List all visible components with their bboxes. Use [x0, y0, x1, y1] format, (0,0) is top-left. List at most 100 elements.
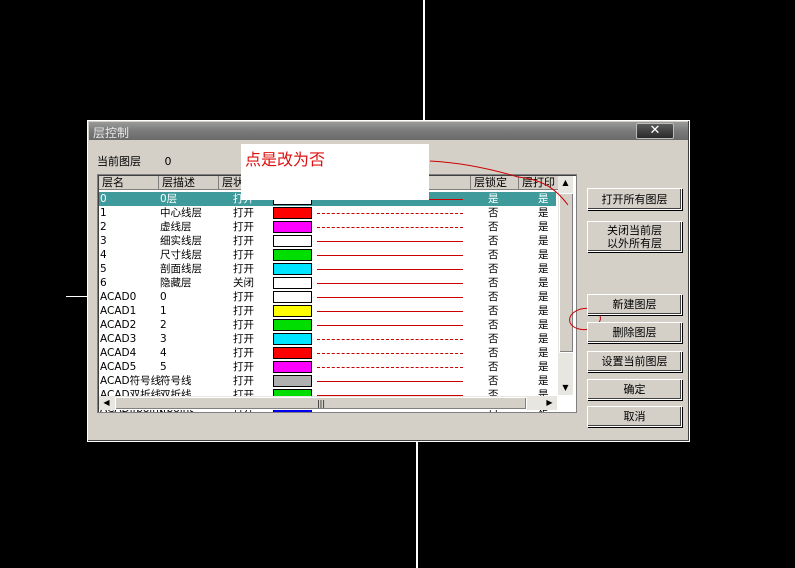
- layer-state[interactable]: 打开: [233, 332, 254, 346]
- layer-desc[interactable]: 中心线层: [160, 206, 202, 220]
- layer-print[interactable]: 是: [538, 304, 549, 318]
- layer-color-swatch[interactable]: [273, 263, 312, 275]
- layer-linetype[interactable]: [317, 213, 463, 214]
- layer-locked[interactable]: 否: [488, 304, 499, 318]
- layer-color-swatch[interactable]: [273, 333, 312, 345]
- layer-locked[interactable]: 否: [488, 206, 499, 220]
- layer-linetype[interactable]: [317, 297, 463, 298]
- layer-color-swatch[interactable]: [273, 221, 312, 233]
- layer-name[interactable]: ACAD符号线: [100, 374, 161, 388]
- layer-linetype[interactable]: [317, 381, 463, 382]
- layer-desc[interactable]: 0层: [160, 192, 177, 206]
- open-all-layers-button[interactable]: 打开所有图层: [587, 188, 682, 210]
- close-button[interactable]: ✕: [636, 123, 674, 139]
- table-row[interactable]: 5 剖面线层 打开 否 是: [99, 262, 556, 276]
- column-header-name[interactable]: 层名: [99, 176, 159, 190]
- scroll-thumb[interactable]: [559, 193, 574, 353]
- layer-linetype[interactable]: [317, 311, 463, 312]
- cancel-button[interactable]: 取消: [587, 406, 682, 427]
- layer-state[interactable]: 打开: [233, 318, 254, 332]
- layer-locked[interactable]: 否: [488, 374, 499, 388]
- layer-print[interactable]: 是: [538, 206, 549, 220]
- layer-state[interactable]: 打开: [233, 220, 254, 234]
- layer-name[interactable]: ACAD3: [100, 332, 136, 346]
- layer-state[interactable]: 打开: [233, 248, 254, 262]
- hscroll-thumb[interactable]: |||: [115, 397, 527, 410]
- layer-color-swatch[interactable]: [273, 207, 312, 219]
- vertical-scrollbar[interactable]: ▲ ▼: [558, 176, 574, 395]
- layer-state[interactable]: 打开: [233, 346, 254, 360]
- layer-name[interactable]: 5: [100, 262, 107, 276]
- table-row[interactable]: ACAD3 3 打开 否 是: [99, 332, 556, 346]
- table-row[interactable]: 1 中心线层 打开 否 是: [99, 206, 556, 220]
- layer-desc[interactable]: 3: [160, 332, 167, 346]
- layer-print[interactable]: 是: [538, 276, 549, 290]
- layer-desc[interactable]: 符号线: [160, 374, 192, 388]
- table-row[interactable]: ACAD符号线 符号线 打开 否 是: [99, 374, 556, 388]
- layer-state[interactable]: 打开: [233, 234, 254, 248]
- layer-desc[interactable]: 1: [160, 304, 167, 318]
- layer-locked[interactable]: 否: [488, 234, 499, 248]
- layer-name[interactable]: ACAD5: [100, 360, 136, 374]
- table-row[interactable]: ACAD2 2 打开 否 是: [99, 318, 556, 332]
- layer-linetype[interactable]: [317, 269, 463, 270]
- layer-name[interactable]: 2: [100, 220, 107, 234]
- layer-linetype[interactable]: [317, 339, 463, 340]
- layer-state[interactable]: 打开: [233, 206, 254, 220]
- layer-color-swatch[interactable]: [273, 305, 312, 317]
- layer-desc[interactable]: 虚线层: [160, 220, 192, 234]
- layer-print[interactable]: 是: [538, 360, 549, 374]
- layer-name[interactable]: ACAD1: [100, 304, 136, 318]
- table-row[interactable]: ACAD0 0 打开 否 是: [99, 290, 556, 304]
- layer-state[interactable]: 打开: [233, 304, 254, 318]
- layer-name[interactable]: 1: [100, 206, 107, 220]
- table-row[interactable]: ACAD1 1 打开 否 是: [99, 304, 556, 318]
- table-row[interactable]: ACAD5 5 打开 否 是: [99, 360, 556, 374]
- scroll-right-arrow[interactable]: ▶: [542, 396, 557, 410]
- layer-desc[interactable]: 4: [160, 346, 167, 360]
- layer-linetype[interactable]: [317, 255, 463, 256]
- layer-list[interactable]: 层名 层描述 层状 层锁定 层打印 00层打开是是1中心线层打开否是2虚线层打开…: [97, 174, 577, 413]
- layer-print[interactable]: 是: [538, 374, 549, 388]
- layer-color-swatch[interactable]: [273, 249, 312, 261]
- layer-linetype[interactable]: [317, 241, 463, 242]
- layer-desc[interactable]: 隐藏层: [160, 276, 192, 290]
- layer-name[interactable]: 0: [100, 192, 107, 206]
- table-row[interactable]: ACAD4 4 打开 否 是: [99, 346, 556, 360]
- ok-button[interactable]: 确定: [587, 379, 682, 400]
- layer-desc[interactable]: 剖面线层: [160, 262, 202, 276]
- layer-desc[interactable]: 5: [160, 360, 167, 374]
- layer-print[interactable]: 是: [538, 248, 549, 262]
- layer-linetype[interactable]: [317, 367, 463, 368]
- layer-desc[interactable]: 0: [160, 290, 167, 304]
- layer-print[interactable]: 是: [538, 234, 549, 248]
- layer-state[interactable]: 关闭: [233, 276, 254, 290]
- layer-linetype[interactable]: [317, 283, 463, 284]
- scroll-down-arrow[interactable]: ▼: [558, 381, 573, 395]
- layer-color-swatch[interactable]: [273, 235, 312, 247]
- layer-print[interactable]: 是: [538, 290, 549, 304]
- layer-desc[interactable]: 细实线层: [160, 234, 202, 248]
- layer-state[interactable]: 打开: [233, 374, 254, 388]
- layer-locked[interactable]: 否: [488, 290, 499, 304]
- layer-name[interactable]: 3: [100, 234, 107, 248]
- close-other-layers-button[interactable]: 关闭当前层 以外所有层: [587, 221, 682, 252]
- layer-name[interactable]: 6: [100, 276, 107, 290]
- layer-desc[interactable]: 2: [160, 318, 167, 332]
- layer-color-swatch[interactable]: [273, 277, 312, 289]
- horizontal-scrollbar[interactable]: ◀ ||| ▶: [99, 396, 557, 410]
- layer-locked[interactable]: 否: [488, 360, 499, 374]
- layer-print[interactable]: 是: [538, 332, 549, 346]
- title-bar[interactable]: 层控制 ✕: [89, 122, 688, 140]
- layer-print[interactable]: 是: [538, 220, 549, 234]
- layer-state[interactable]: 打开: [233, 262, 254, 276]
- layer-locked[interactable]: 否: [488, 220, 499, 234]
- layer-print[interactable]: 是: [538, 346, 549, 360]
- layer-locked[interactable]: 否: [488, 332, 499, 346]
- layer-locked[interactable]: 否: [488, 276, 499, 290]
- table-row[interactable]: 2 虚线层 打开 否 是: [99, 220, 556, 234]
- layer-color-swatch[interactable]: [273, 319, 312, 331]
- table-row[interactable]: 4 尺寸线层 打开 否 是: [99, 248, 556, 262]
- layer-color-swatch[interactable]: [273, 361, 312, 373]
- layer-print[interactable]: 是: [538, 262, 549, 276]
